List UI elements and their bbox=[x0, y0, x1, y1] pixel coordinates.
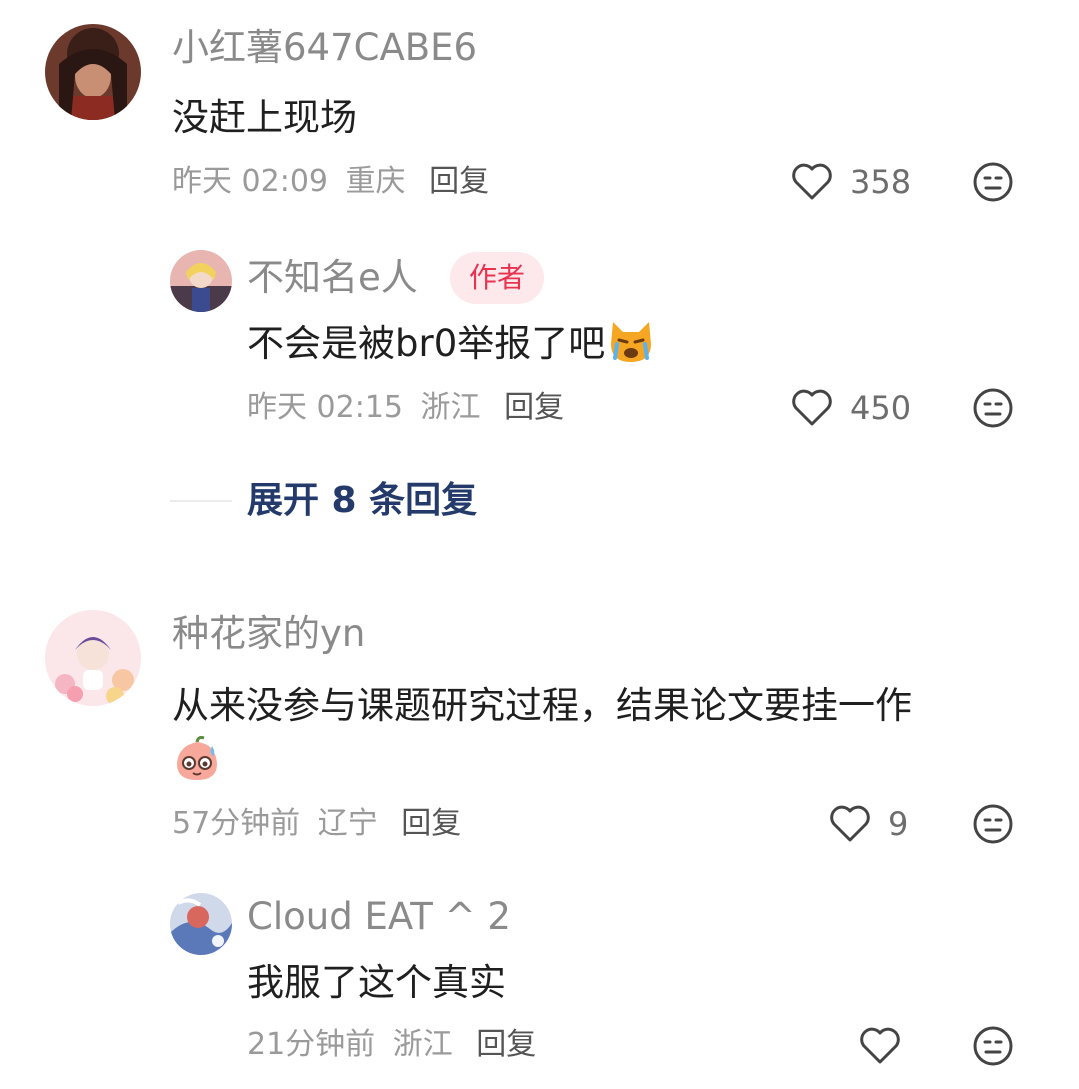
avatar[interactable] bbox=[170, 893, 232, 955]
neutral-face-icon bbox=[973, 388, 1013, 428]
neutral-face-icon bbox=[973, 162, 1013, 202]
reply-text: 不会是被br0举报了吧 bbox=[247, 318, 655, 378]
heart-icon bbox=[860, 1027, 900, 1064]
like-button[interactable] bbox=[828, 802, 872, 848]
reply-button[interactable]: 回复 bbox=[401, 806, 461, 841]
comment-meta: 昨天 02:09 重庆 回复 bbox=[172, 162, 489, 202]
reply-meta: 昨天 02:15 浙江 回复 bbox=[247, 388, 564, 428]
comment-location: 重庆 bbox=[345, 164, 406, 199]
like-count: 9 bbox=[888, 805, 909, 843]
comment-username[interactable]: 小红薯647CABE6 bbox=[172, 26, 477, 70]
comment-text: 没赶上现场 bbox=[172, 96, 357, 139]
reply-username[interactable]: 不知名e人 bbox=[247, 256, 418, 300]
neutral-face-icon bbox=[973, 1026, 1013, 1066]
comment-text: 从来没参与课题研究过程，结果论文要挂一作 bbox=[172, 684, 912, 727]
sweating-peach-emoji-icon bbox=[172, 736, 222, 788]
dislike-button[interactable] bbox=[972, 1025, 1014, 1071]
reply-location: 浙江 bbox=[420, 390, 481, 425]
like-count: 450 bbox=[850, 389, 912, 427]
comment-meta: 57分钟前 辽宁 回复 bbox=[172, 804, 461, 844]
reply-location: 浙江 bbox=[392, 1027, 453, 1062]
comment-time: 57分钟前 bbox=[172, 806, 301, 841]
heart-icon bbox=[792, 389, 832, 426]
dislike-button[interactable] bbox=[972, 803, 1014, 849]
reply-time: 21分钟前 bbox=[247, 1027, 376, 1062]
reply-text-body: 不会是被br0举报了吧 bbox=[247, 322, 606, 365]
avatar[interactable] bbox=[170, 250, 232, 312]
like-count: 358 bbox=[850, 163, 912, 201]
expand-divider bbox=[170, 500, 232, 502]
heart-icon bbox=[792, 163, 832, 200]
comment-time: 昨天 02:09 bbox=[172, 164, 328, 199]
heart-icon bbox=[830, 805, 870, 842]
neutral-face-icon bbox=[973, 804, 1013, 844]
avatar[interactable] bbox=[45, 610, 141, 706]
reply-meta: 21分钟前 浙江 回复 bbox=[247, 1025, 536, 1065]
reply-button[interactable]: 回复 bbox=[476, 1027, 536, 1062]
like-button[interactable] bbox=[790, 160, 834, 206]
crying-cat-emoji-icon bbox=[607, 318, 655, 378]
comment-username[interactable]: 种花家的yn bbox=[172, 612, 365, 656]
avatar[interactable] bbox=[45, 24, 141, 120]
like-button[interactable] bbox=[790, 386, 834, 432]
reply-button[interactable]: 回复 bbox=[429, 164, 489, 199]
reply-time: 昨天 02:15 bbox=[247, 390, 403, 425]
dislike-button[interactable] bbox=[972, 161, 1014, 207]
comment-location: 辽宁 bbox=[317, 806, 378, 841]
dislike-button[interactable] bbox=[972, 387, 1014, 433]
reply-button[interactable]: 回复 bbox=[504, 390, 564, 425]
reply-text: 我服了这个真实 bbox=[247, 961, 506, 1004]
expand-replies-button[interactable]: 展开 8 条回复 bbox=[247, 479, 477, 523]
author-badge: 作者 bbox=[450, 252, 545, 304]
like-button[interactable] bbox=[858, 1024, 902, 1070]
reply-username[interactable]: Cloud EAT ^ 2 bbox=[247, 895, 511, 939]
